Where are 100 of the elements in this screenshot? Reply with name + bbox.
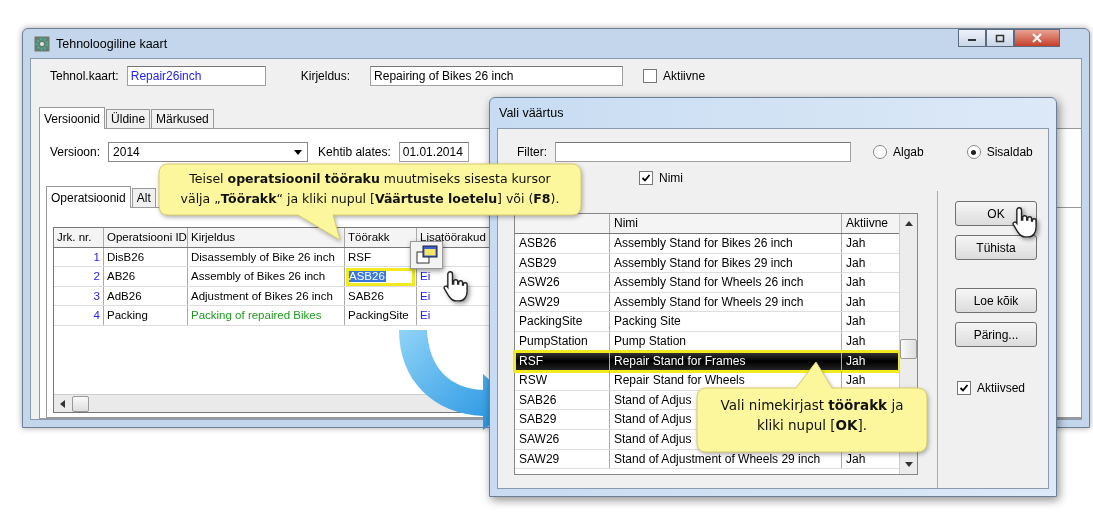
table-cell: Stand of Adjus: [614, 412, 692, 427]
tab[interactable]: Märkused: [151, 109, 214, 128]
column-header: Nimi: [610, 214, 842, 233]
table-cell: ASW26: [519, 275, 560, 290]
table-cell: Jah: [846, 314, 866, 329]
table-cell: AdB26: [107, 289, 142, 302]
callout-text: Teisel operatsioonil tööraku muutmiseks sisesta kursor välja „Töörakk“ ja kliki nupul [Väärtuste loetelu] või (F8).: [179, 170, 561, 208]
table-cell: SAB26: [519, 392, 557, 407]
table-cell[interactable]: PackingSite: [348, 309, 409, 321]
table-cell: Assembly Stand for Bikes 29 inch: [614, 255, 793, 270]
dialog-title: Vali väärtus: [499, 106, 564, 120]
table-cell: Assembly Stand for Wheels 29 inch: [614, 294, 804, 309]
table-cell: Assembly Stand for Bikes 26 inch: [614, 236, 793, 250]
minimize-button[interactable]: [958, 29, 986, 47]
caret-icon: [294, 149, 303, 155]
table-cell: Disassembly of Bike 26 inch: [191, 250, 335, 263]
field-label: Filter:: [517, 145, 547, 159]
selected-row[interactable]: RSF Repair Stand for Frames Jah: [515, 351, 899, 372]
field-label: Versioon:: [50, 145, 101, 159]
scroll-left-icon[interactable]: [60, 399, 66, 408]
dialog-button[interactable]: Päring...: [955, 322, 1037, 347]
table-cell: DisB26: [107, 250, 145, 263]
table-cell: 3: [93, 289, 100, 302]
callout-text: Vali nimekirjast töörakk ja kliki nupul [OK].: [719, 396, 905, 435]
windows-icon: [414, 243, 439, 267]
radio-button[interactable]: [966, 145, 981, 159]
filter-field[interactable]: [555, 142, 851, 162]
table-cell: Packing Site: [614, 314, 681, 329]
tab[interactable]: Üldine: [106, 109, 151, 128]
text-field[interactable]: Repair26inch: [126, 66, 266, 86]
radio-label: Sisaldab: [986, 145, 1033, 159]
table-cell: PumpStation: [519, 333, 588, 348]
table-cell: Jah: [846, 294, 866, 309]
table-cell: Jah: [846, 236, 866, 250]
table-cell: Jah: [846, 451, 866, 466]
table-cell: Jah: [846, 255, 866, 270]
table-cell: SAB29: [519, 412, 557, 427]
checkbox[interactable]: [957, 381, 971, 395]
checkbox[interactable]: [643, 69, 658, 83]
table-cell: 2: [93, 270, 100, 282]
scroll-thumb[interactable]: [900, 339, 917, 359]
scroll-up-icon[interactable]: [904, 221, 913, 226]
app-icon: [34, 35, 50, 52]
date-field[interactable]: 01.01.2014: [398, 142, 469, 162]
table-cell: Adjustment of Bikes 26 inch: [191, 289, 333, 302]
scroll-thumb[interactable]: [72, 395, 89, 412]
table-cell: RSF: [519, 353, 543, 368]
table-cell: SAW29: [519, 451, 560, 466]
table-cell: PackingSite: [519, 314, 583, 329]
table-cell: SAW26: [519, 431, 560, 446]
tab[interactable]: Alt: [131, 188, 156, 207]
tab[interactable]: Versioonid: [39, 107, 106, 129]
table-cell: Jah: [846, 373, 866, 388]
radio-label: Algab: [893, 145, 924, 159]
field-label: Kehtib alates:: [318, 145, 391, 159]
maximize-button[interactable]: [986, 29, 1014, 47]
table-cell: Pump Station: [614, 333, 687, 348]
table-cell: Packing: [107, 309, 148, 321]
checkbox-label: Nimi: [659, 171, 683, 185]
table-cell: Repair Stand for Wheels: [614, 373, 745, 388]
tab[interactable]: Operatsioonid: [46, 186, 131, 208]
table-cell[interactable]: RSF: [348, 250, 371, 263]
scroll-down-icon[interactable]: [904, 462, 913, 467]
table-cell: Stand of Adjustment of Wheels 29 inch: [614, 451, 821, 466]
table-cell: Ei: [420, 309, 431, 321]
hand-cursor-icon: [442, 270, 470, 305]
column-header: Aktiivne: [845, 215, 890, 232]
table-cell: Ei: [420, 270, 431, 282]
field-label: Kirjeldus:: [300, 69, 351, 83]
table-cell[interactable]: SAB26: [348, 289, 384, 302]
text-field[interactable]: Repairing of Bikes 26 inch: [370, 66, 624, 86]
table-cell: Jah: [846, 333, 866, 348]
column-header: Lisatöörakud: [419, 230, 487, 245]
column-header: Jrk. nr.: [54, 228, 104, 247]
table-cell: ASW29: [519, 294, 560, 309]
dialog-button[interactable]: Tühista: [955, 235, 1037, 260]
window-title: Tehnoloogiline kaart: [56, 36, 168, 51]
hand-cursor-icon: [1011, 206, 1039, 241]
checkbox-label: Aktiivsed: [977, 381, 1026, 395]
table-cell: AB26: [107, 270, 136, 282]
field-label: Tehnol.kaart:: [50, 69, 119, 83]
checkbox[interactable]: [639, 171, 653, 185]
table-cell: Assembly Stand for Wheels 26 inch: [614, 275, 804, 290]
maximize-icon: [995, 33, 1005, 43]
table-cell: Jah: [846, 353, 866, 368]
table-cell: ASB29: [519, 255, 557, 270]
table-cell: ASB26: [519, 236, 557, 250]
table-cell: Packing of repaired Bikes: [191, 309, 322, 321]
table-cell: 1: [93, 250, 100, 263]
lookup-button[interactable]: [410, 241, 443, 269]
radio-button[interactable]: [873, 145, 887, 159]
table-cell: RSW: [519, 373, 547, 388]
dialog-button[interactable]: Loe kõik: [955, 288, 1037, 313]
close-icon: [1031, 33, 1043, 43]
table-cell: Assembly of Bikes 26 inch: [191, 270, 326, 282]
table-cell: Jah: [846, 275, 866, 290]
version-dropdown[interactable]: 2014: [108, 142, 309, 162]
close-button[interactable]: [1014, 29, 1060, 47]
table-cell: Repair Stand for Frames: [614, 353, 746, 368]
table-cell: Stand of Adjus: [614, 431, 692, 446]
